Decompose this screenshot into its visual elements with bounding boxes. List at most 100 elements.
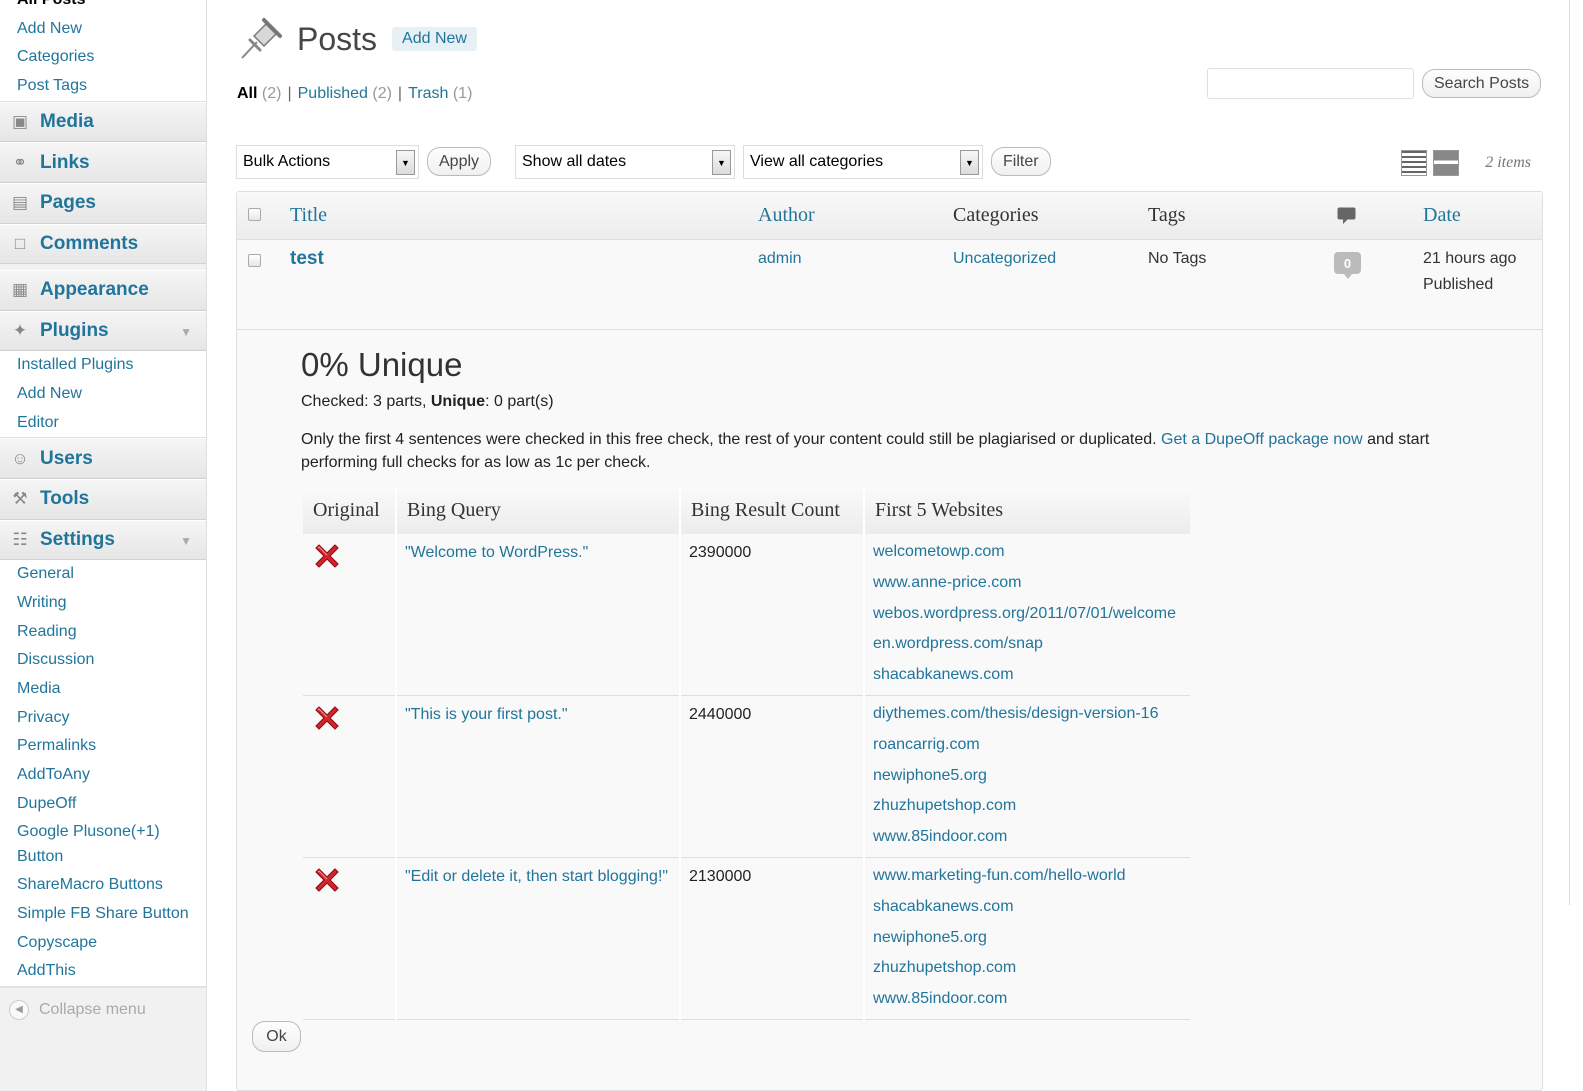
sidebar-item-links[interactable]: ⚭ Links [0,142,206,183]
sidebar-item-comments[interactable]: □ Comments [0,223,206,265]
column-title[interactable]: Title [290,204,327,227]
sidebar-item-media[interactable]: ▣ Media [0,101,206,143]
sidebar-item-google-plusone[interactable]: Google Plusone(+1) Button [0,818,206,871]
checked-value: 3 parts, [373,393,427,410]
dates-select[interactable]: Show all dates ▼ [515,145,735,179]
sidebar-item-media-settings[interactable]: Media [0,675,206,704]
sidebar-item-installed-plugins[interactable]: Installed Plugins [0,351,206,380]
website-link[interactable]: en.wordpress.com/snap [873,635,1043,652]
sidebar-item-tools[interactable]: ⚒ Tools [0,478,206,520]
website-link[interactable]: shacabkanews.com [873,666,1014,683]
sidebar-item-label: Links [40,151,90,173]
triangle-down-icon[interactable]: ▼ [180,534,192,548]
sidebar-item-privacy[interactable]: Privacy [0,704,206,733]
sidebar-item-users[interactable]: ☺ Users [0,438,206,479]
filter-button[interactable]: Filter [991,147,1051,176]
sidebar-item-addthis[interactable]: AddThis [0,957,206,986]
dropdown-arrow-icon: ▼ [960,150,979,175]
row-checkbox[interactable] [248,254,261,267]
sidebar-item-pages[interactable]: ▤ Pages [0,182,206,224]
website-link[interactable]: webos.wordpress.org/2011/07/01/welcome [873,605,1176,622]
view-mode-switch [1401,150,1459,176]
sidebar-item-editor[interactable]: Editor [0,409,206,438]
list-view-icon[interactable] [1401,150,1427,176]
website-link[interactable]: diythemes.com/thesis/design-version-16 [873,705,1158,722]
collapse-menu-button[interactable]: ◀ Collapse menu [0,987,206,1031]
apply-button[interactable]: Apply [427,147,492,176]
comments-column-icon[interactable] [1337,207,1356,225]
sidebar-item-permalinks[interactable]: Permalinks [0,732,206,761]
excerpt-view-icon[interactable] [1433,150,1459,176]
sidebar-item-appearance[interactable]: ▦ Appearance [0,270,206,311]
website-link[interactable]: shacabkanews.com [873,898,1014,915]
filter-trash-link[interactable]: Trash (1) [408,85,472,102]
website-link[interactable]: newiphone5.org [873,767,987,784]
bing-query-link[interactable]: "Edit or delete it, then start blogging!… [405,868,668,885]
media-icon: ▣ [11,112,29,132]
website-link[interactable]: zhuzhupetshop.com [873,959,1016,976]
add-new-post-button[interactable]: Add New [392,27,477,51]
sidebar-item-categories[interactable]: Categories [0,43,206,72]
header-original: Original [303,487,396,534]
website-link[interactable]: welcometowp.com [873,543,1005,560]
ok-button[interactable]: Ok [252,1021,301,1052]
pages-icon: ▤ [11,193,29,213]
sidebar-item-reading[interactable]: Reading [0,618,206,647]
post-title-link[interactable]: test [290,248,324,270]
select-all-checkbox[interactable] [248,208,261,221]
sidebar-item-copyscape[interactable]: Copyscape [0,929,206,958]
sidebar-item-settings[interactable]: ☷ Settings ▼ [0,519,206,561]
post-author-link[interactable]: admin [758,250,802,268]
sidebar-item-post-tags[interactable]: Post Tags [0,72,206,101]
bulk-actions-select[interactable]: Bulk Actions ▼ [236,145,419,179]
sidebar-item-add-new-plugin[interactable]: Add New [0,380,206,409]
column-author[interactable]: Author [758,204,815,227]
scrollbar[interactable] [1569,0,1583,905]
result-row: "Welcome to WordPress." 2390000 welcomet… [303,534,1190,696]
column-date[interactable]: Date [1423,204,1461,227]
sidebar-item-discussion[interactable]: Discussion [0,646,206,675]
red-x-icon [315,868,339,892]
sidebar-item-dupeoff[interactable]: DupeOff [0,790,206,819]
website-link[interactable]: www.marketing-fun.com/hello-world [873,867,1126,884]
sidebar-item-writing[interactable]: Writing [0,589,206,618]
comment-count-badge[interactable]: 0 [1334,252,1361,279]
sidebar-item-plugins[interactable]: ✦ Plugins ▼ [0,310,206,352]
website-link[interactable]: newiphone5.org [873,929,987,946]
categories-select[interactable]: View all categories ▼ [743,145,983,179]
filter-trash-label: Trash [408,85,449,102]
bing-query-link[interactable]: "Welcome to WordPress." [405,544,588,561]
original-cell [303,857,396,1020]
dates-value: Show all dates [522,153,627,170]
post-category-link[interactable]: Uncategorized [953,250,1056,268]
website-link[interactable]: zhuzhupetshop.com [873,797,1016,814]
sidebar-item-all-posts[interactable]: All Posts [0,0,206,15]
website-link[interactable]: roancarrig.com [873,736,980,753]
sidebar-item-add-new-post[interactable]: Add New [0,15,206,44]
result-count-cell: 2440000 [679,695,864,858]
bing-query-link[interactable]: "This is your first post." [405,706,568,723]
uniqueness-title: 0% Unique [301,346,463,383]
filter-published-link[interactable]: Published (2) [298,85,392,102]
dropdown-arrow-icon: ▼ [396,150,415,175]
posts-table: Title Author Categories Tags Date test a… [236,191,1543,1091]
website-link[interactable]: www.anne-price.com [873,574,1022,591]
dupeoff-results-table: Original Bing Query Bing Result Count Fi… [303,487,1190,1020]
bing-query-cell: "This is your first post." [395,695,680,858]
search-posts-button[interactable]: Search Posts [1422,69,1542,98]
triangle-down-icon[interactable]: ▼ [180,325,192,339]
sidebar-item-general[interactable]: General [0,560,206,589]
websites-cell: welcometowp.com www.anne-price.com webos.w… [863,534,1190,696]
filter-all-link[interactable]: All (2) [237,85,281,102]
dupeoff-package-link[interactable]: Get a DupeOff package now [1161,431,1363,448]
posts-submenu: All Posts Add New Categories Post Tags [0,0,206,102]
filter-all-label: All [237,85,258,102]
sidebar-item-simple-fb-share[interactable]: Simple FB Share Button [0,900,206,929]
table-row: test admin Uncategorized No Tags 0 21 ho… [237,240,1542,330]
website-link[interactable]: www.85indoor.com [873,990,1007,1007]
sidebar-item-addtoany[interactable]: AddToAny [0,761,206,790]
search-input[interactable] [1207,68,1414,99]
website-link[interactable]: www.85indoor.com [873,828,1007,845]
sidebar-item-sharemacro[interactable]: ShareMacro Buttons [0,871,206,900]
table-header: Title Author Categories Tags Date [237,192,1542,240]
